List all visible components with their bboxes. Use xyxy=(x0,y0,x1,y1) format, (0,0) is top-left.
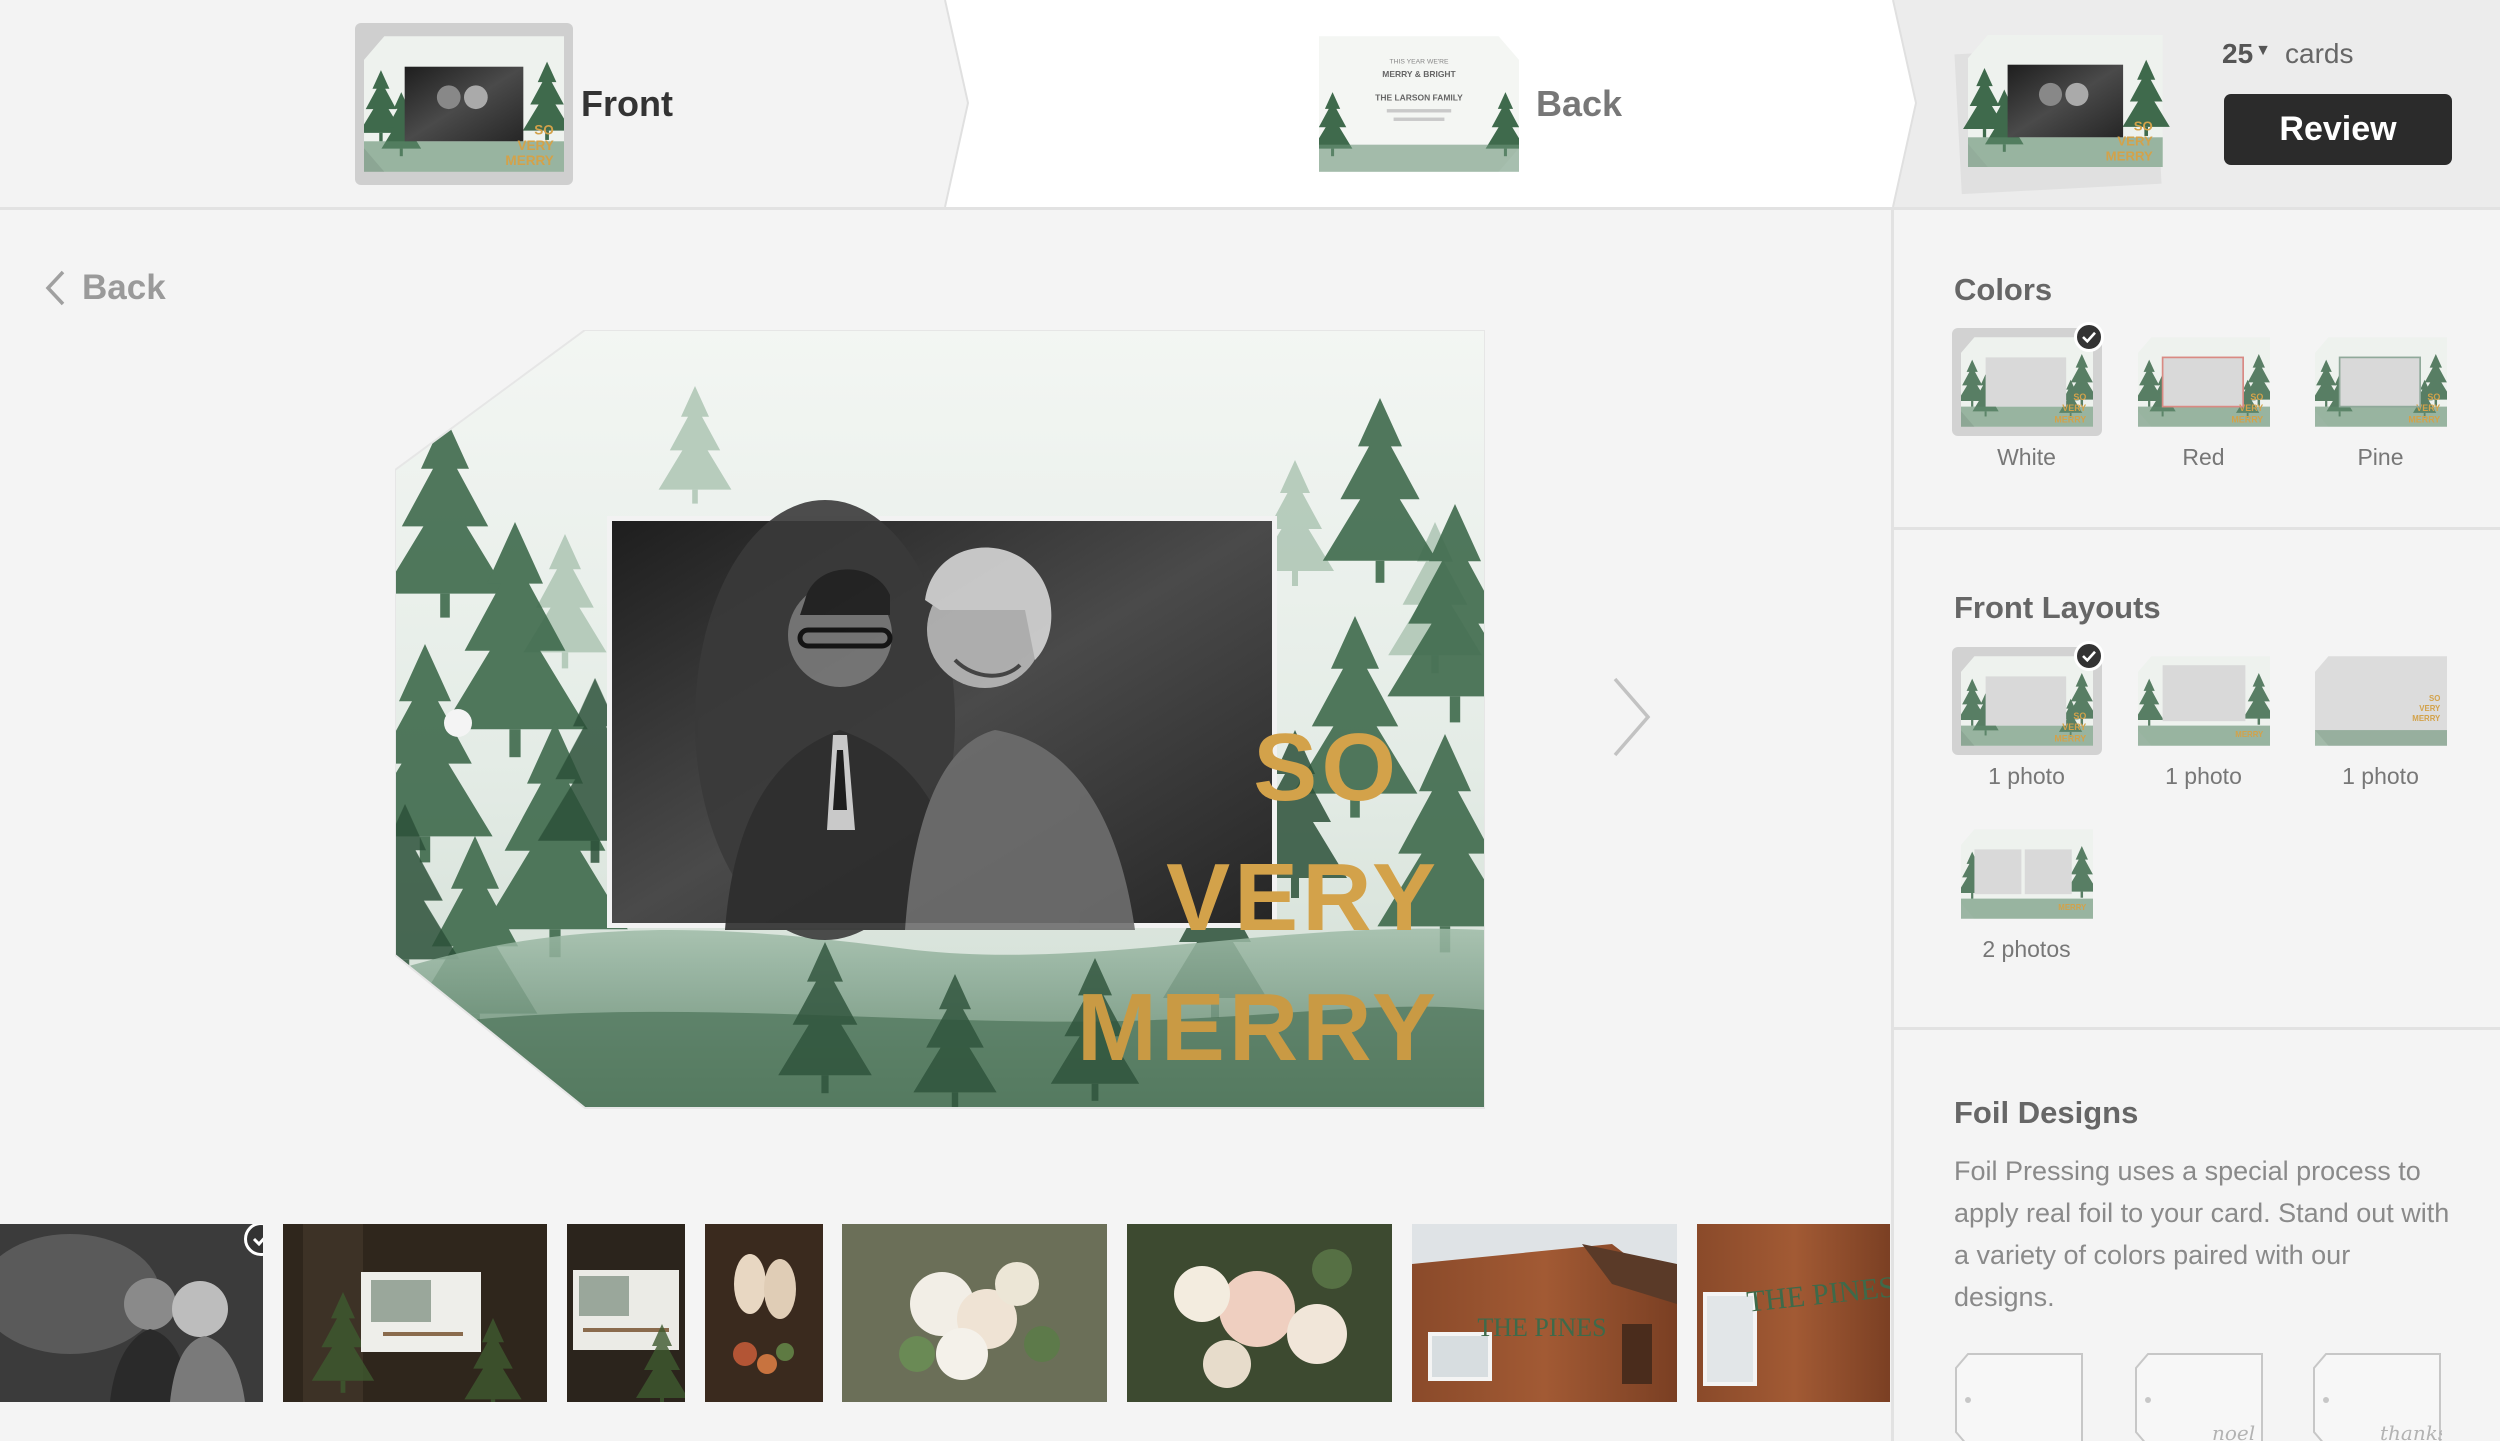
photo-cabin-image: THE PINES xyxy=(1412,1224,1677,1402)
foil-text-so: SO xyxy=(1253,714,1400,821)
color-pine-thumbnail xyxy=(2306,328,2456,436)
options-sidebar: Colors White Red Pine Front Layouts 1 ph… xyxy=(1891,210,2500,1441)
layout-option-label: 1 photo xyxy=(2165,763,2242,789)
step-bar: SO VERY MERRY Front THIS YEAR WE'RE MERR… xyxy=(0,0,2500,210)
foil-text-merry: MERRY xyxy=(1077,974,1440,1081)
step-front[interactable]: SO VERY MERRY Front xyxy=(355,0,673,207)
svg-text:MERRY: MERRY xyxy=(2058,903,2087,912)
svg-text:VERY: VERY xyxy=(2117,134,2153,149)
color-white-thumbnail xyxy=(1951,322,2104,436)
layout-option-2[interactable]: MERRY 1 photo xyxy=(2126,647,2281,790)
foil-designs-title: Foil Designs xyxy=(1954,1095,2139,1130)
foil-option-noel[interactable]: noel xyxy=(2134,1352,2264,1441)
quantity-unit: cards xyxy=(2285,38,2354,69)
layout-option-3[interactable]: SO VERY MERRY 1 photo xyxy=(2303,647,2458,790)
selected-check-icon xyxy=(2073,322,2104,352)
svg-text:MERRY & BRIGHT: MERRY & BRIGHT xyxy=(1382,68,1456,78)
layout-2-thumbnail: MERRY xyxy=(2129,647,2279,755)
color-red-thumbnail xyxy=(2129,328,2279,436)
foil-option-plain[interactable] xyxy=(1954,1352,2084,1441)
front-card-mini-preview: SO VERY MERRY xyxy=(364,35,564,172)
pines-sign-text: THE PINES xyxy=(1477,1313,1606,1342)
color-option-label: White xyxy=(1997,444,2056,470)
color-option-pine[interactable]: Pine xyxy=(2303,328,2458,471)
front-layouts-title: Front Layouts xyxy=(1954,590,2161,625)
back-link[interactable]: Back xyxy=(44,268,166,308)
photo-card-on-tree-image xyxy=(283,1224,547,1402)
color-option-label: Red xyxy=(2182,444,2225,470)
next-arrow[interactable] xyxy=(1610,675,1654,764)
svg-text:SO: SO xyxy=(534,122,554,137)
svg-text:MERRY: MERRY xyxy=(2106,148,2153,163)
svg-text:MERRY: MERRY xyxy=(2412,714,2441,723)
card-front-artwork: SO VERY MERRY xyxy=(394,329,1486,1109)
step-back[interactable]: THIS YEAR WE'RE MERRY & BRIGHT THE LARSO… xyxy=(1310,0,1622,207)
svg-text:THE LARSON FAMILY: THE LARSON FAMILY xyxy=(1375,92,1463,102)
colors-title: Colors xyxy=(1954,272,2053,307)
front-card-thumbnail: SO VERY MERRY xyxy=(355,22,573,185)
svg-text:VERY: VERY xyxy=(2419,704,2441,713)
foil-thanks-tag: thanks xyxy=(2313,1353,2448,1441)
chevron-left-icon xyxy=(45,270,65,306)
foil-option-thanks[interactable]: thanks xyxy=(2312,1352,2448,1441)
photo-thumbnail-shoes[interactable] xyxy=(705,1224,823,1402)
foil-noel-tag: noel xyxy=(2135,1353,2263,1441)
svg-text:noel: noel xyxy=(2212,1421,2255,1441)
front-layouts-section: Front Layouts 1 photo MERRY 1 photo SO V… xyxy=(1894,530,2500,1030)
selected-check-icon xyxy=(2073,641,2104,671)
svg-text:THIS YEAR WE'RE: THIS YEAR WE'RE xyxy=(1389,58,1449,65)
color-option-label: Pine xyxy=(2357,444,2404,470)
photo-cabin-sign-image: THE PINES xyxy=(1697,1224,1890,1402)
photo-thumbnail-cabin[interactable]: THE PINES xyxy=(1412,1224,1677,1402)
layout-3-thumbnail: SO VERY MERRY xyxy=(2306,647,2456,755)
photo-thumbnail-card-on-tree[interactable] xyxy=(283,1224,547,1402)
review-button[interactable]: Review xyxy=(2224,94,2452,165)
layout-1-thumbnail xyxy=(1951,641,2104,755)
card-preview: SO VERY MERRY xyxy=(394,329,1486,1115)
foil-designs-section: Foil Designs Foil Pressing uses a specia… xyxy=(1894,1030,2500,1441)
photo-thumbnail-bouquet[interactable] xyxy=(842,1224,1107,1402)
layout-option-label: 2 photos xyxy=(1982,936,2071,962)
color-option-white[interactable]: White xyxy=(1949,322,2104,471)
quantity-value: 25 xyxy=(2222,38,2254,69)
photo-shoes-image xyxy=(705,1224,823,1402)
back-card-mini-preview: THIS YEAR WE'RE MERRY & BRIGHT THE LARSO… xyxy=(1319,35,1519,172)
foil-text-very: VERY xyxy=(1166,844,1440,951)
photo-thumbnail-roses[interactable] xyxy=(1127,1224,1392,1402)
order-summary-thumbnail: SO VERY MERRY xyxy=(1950,25,2180,200)
foil-designs-description: Foil Pressing uses a special process to … xyxy=(1954,1156,2450,1312)
svg-text:SO: SO xyxy=(2428,694,2439,703)
chevron-right-icon xyxy=(1613,677,1651,757)
layout-option-label: 1 photo xyxy=(2342,763,2419,789)
svg-text:VERY: VERY xyxy=(517,137,553,152)
svg-text:MERRY: MERRY xyxy=(505,153,553,168)
photo-bouquet-image xyxy=(842,1224,1107,1402)
photo-thumbnail-card-detail[interactable] xyxy=(567,1224,685,1402)
step-front-label: Front xyxy=(581,82,673,124)
back-card-thumbnail: THIS YEAR WE'RE MERRY & BRIGHT THE LARSO… xyxy=(1310,23,1528,185)
colors-section: Colors White Red Pine xyxy=(1894,210,2500,530)
quantity-selector[interactable]: 25 ▼ cards xyxy=(2222,38,2353,70)
step-back-label: Back xyxy=(1536,82,1623,124)
photo-couple-image xyxy=(0,1224,263,1402)
layout-option-label: 1 photo xyxy=(1988,763,2065,789)
photo-thumbnail-couple[interactable] xyxy=(0,1224,263,1402)
svg-text:SO: SO xyxy=(2134,119,2153,134)
photo-roses-image xyxy=(1127,1224,1392,1402)
caret-down-icon: ▼ xyxy=(2255,42,2271,59)
svg-text:thanks: thanks xyxy=(2380,1421,2442,1441)
layout-4-thumbnail: MERRY xyxy=(1952,820,2102,928)
layout-option-1[interactable]: 1 photo xyxy=(1949,641,2104,790)
photo-strip: THE PINES THE PINES xyxy=(0,1224,1890,1402)
photo-thumbnail-cabin-sign[interactable]: THE PINES xyxy=(1697,1224,1890,1402)
photo-card-detail-image xyxy=(567,1224,685,1402)
color-option-red[interactable]: Red xyxy=(2126,328,2281,471)
back-link-label: Back xyxy=(82,268,166,307)
svg-text:MERRY: MERRY xyxy=(2235,730,2264,739)
foil-plain-tag xyxy=(1955,1353,2083,1441)
layout-option-4[interactable]: MERRY 2 photos xyxy=(1949,820,2104,963)
